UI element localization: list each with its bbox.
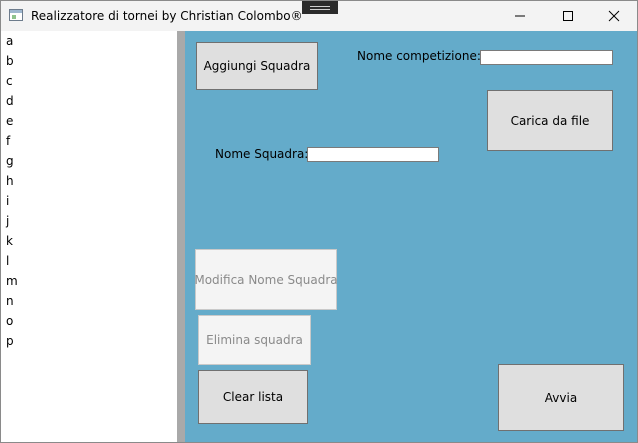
window-title: Realizzatore di tornei by Christian Colo…	[31, 9, 303, 23]
list-item[interactable]: e	[6, 111, 13, 131]
list-item[interactable]: b	[6, 51, 14, 71]
form-panel: Aggiungi Squadra Nome competizione: Cari…	[185, 31, 637, 442]
window-content: a b c d e f g h i j k l m n o p Aggiungi…	[1, 31, 637, 442]
edit-team-name-button[interactable]: Modifica Nome Squadra	[194, 249, 338, 310]
start-button[interactable]: Avvia	[498, 364, 624, 431]
minimize-icon	[515, 15, 525, 17]
team-name-label: Nome Squadra:	[215, 147, 309, 161]
list-item[interactable]: f	[6, 131, 10, 151]
close-button[interactable]	[591, 1, 637, 31]
list-item[interactable]: a	[6, 31, 13, 51]
list-item[interactable]: n	[6, 291, 14, 311]
list-item[interactable]: d	[6, 91, 14, 111]
delete-team-button[interactable]: Elimina squadra	[198, 315, 311, 365]
drag-handle-line	[310, 9, 330, 10]
clear-list-button[interactable]: Clear lista	[198, 370, 308, 424]
list-item[interactable]: o	[6, 311, 13, 331]
app-window-icon	[9, 9, 23, 21]
list-item[interactable]: p	[6, 331, 14, 351]
title-bar[interactable]: Realizzatore di tornei by Christian Colo…	[1, 1, 637, 31]
splitter[interactable]	[177, 31, 185, 442]
list-item[interactable]: k	[6, 231, 13, 251]
competition-name-input[interactable]	[480, 50, 613, 65]
list-item[interactable]: m	[6, 271, 18, 291]
list-item[interactable]: l	[6, 251, 9, 271]
maximize-icon	[563, 11, 573, 21]
minimize-button[interactable]	[497, 1, 543, 31]
load-file-button[interactable]: Carica da file	[487, 90, 613, 151]
list-item[interactable]: g	[6, 151, 14, 171]
list-item[interactable]: i	[6, 191, 9, 211]
list-item[interactable]: h	[6, 171, 14, 191]
list-item[interactable]: j	[6, 211, 9, 231]
add-team-button[interactable]: Aggiungi Squadra	[196, 42, 318, 90]
drag-handle[interactable]	[302, 1, 338, 14]
maximize-button[interactable]	[545, 1, 591, 31]
competition-name-label: Nome competizione:	[357, 49, 481, 63]
list-item[interactable]: c	[6, 71, 13, 91]
close-icon	[608, 10, 620, 22]
drag-handle-line	[310, 6, 330, 7]
team-name-input[interactable]	[307, 147, 439, 162]
app-window: Realizzatore di tornei by Christian Colo…	[0, 0, 638, 443]
team-list[interactable]: a b c d e f g h i j k l m n o p	[1, 31, 177, 442]
